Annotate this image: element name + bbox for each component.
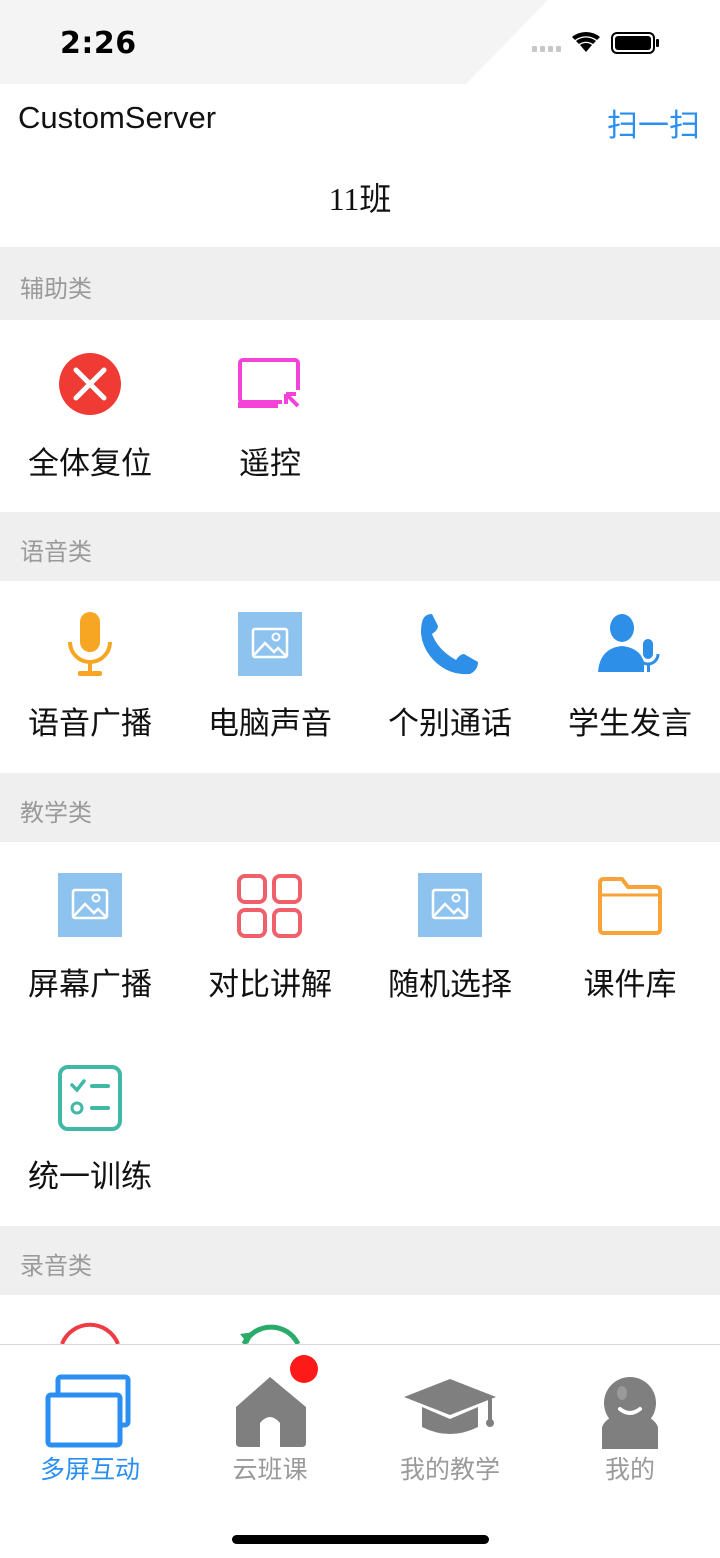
item-label: 全体复位 [28,446,152,482]
image-placeholder-icon [238,612,302,676]
section-header-assist: 辅助类 [0,247,720,320]
battery-icon [611,32,659,54]
item-label: 学生发言 [568,706,692,742]
replay-icon[interactable] [236,1320,304,1344]
section-title: 录音类 [20,1252,92,1280]
notification-badge [290,1355,318,1383]
home-indicator [232,1535,489,1544]
status-bar: 2:26 [0,0,720,84]
server-name: CustomServer [18,100,217,135]
section-header-recording: 录音类 [0,1226,720,1295]
class-title: 11班 [328,181,392,217]
item-label: 随机选择 [388,967,512,1003]
student-speak-button[interactable]: 学生发言 [540,612,720,742]
graduation-cap-icon [404,1379,496,1434]
item-label: 对比讲解 [208,967,332,1003]
tab-label: 多屏互动 [39,1455,140,1484]
tab-my-teaching[interactable]: 我的教学 [360,1345,540,1495]
microphone-icon [68,612,112,676]
section-header-teaching: 教学类 [0,773,720,842]
item-label: 电脑声音 [208,706,332,742]
record-icon[interactable] [56,1320,124,1344]
image-placeholder-icon [418,873,482,937]
folder-icon [598,877,662,935]
checklist-icon [58,1065,122,1131]
phone-icon [421,614,478,675]
tab-label: 云班课 [232,1455,308,1484]
tab-bar: 多屏互动 云班课 我的教学 我的 [0,1344,720,1558]
item-label: 统一训练 [28,1159,152,1195]
section-title: 语音类 [20,538,92,566]
reset-all-button[interactable]: 全体复位 [0,352,180,482]
item-label: 课件库 [583,967,677,1003]
status-time: 2:26 [60,26,137,61]
tab-me[interactable]: 我的 [540,1345,720,1495]
computer-sound-button[interactable]: 电脑声音 [180,612,360,742]
screen-broadcast-button[interactable]: 屏幕广播 [0,873,180,1003]
tab-label: 我的 [604,1455,655,1484]
courseware-library-button[interactable]: 课件库 [540,873,720,1003]
image-placeholder-icon [58,873,122,937]
grid-icon [237,874,302,938]
section-header-voice: 语音类 [0,512,720,581]
section-title: 辅助类 [20,275,92,303]
item-label: 语音广播 [28,706,152,742]
user-avatar-icon [602,1377,658,1449]
random-select-button[interactable]: 随机选择 [360,873,540,1003]
remote-control-button[interactable]: 遥控 [180,352,360,482]
scan-button[interactable]: 扫一扫 [607,100,700,145]
wifi-icon [572,31,600,52]
unified-training-button[interactable]: 统一训练 [0,1065,180,1195]
tab-cloud-class[interactable]: 云班课 [180,1345,360,1495]
header: CustomServer 扫一扫 11班 [0,84,720,247]
close-circle-icon [59,353,121,415]
compare-explain-button[interactable]: 对比讲解 [180,873,360,1003]
status-icons [532,31,659,54]
student-speak-icon [598,614,660,672]
item-label: 屏幕广播 [28,967,152,1003]
section-title: 教学类 [20,799,92,827]
private-call-button[interactable]: 个别通话 [360,612,540,742]
house-icon [236,1377,306,1447]
item-label: 个别通话 [388,706,512,742]
tab-multi-screen[interactable]: 多屏互动 [0,1345,180,1495]
tab-label: 我的教学 [399,1455,500,1484]
signal-icon [532,46,561,52]
voice-broadcast-button[interactable]: 语音广播 [0,612,180,742]
multi-screen-icon [45,1374,131,1448]
item-label: 遥控 [239,446,301,482]
remote-screen-icon [238,358,300,408]
